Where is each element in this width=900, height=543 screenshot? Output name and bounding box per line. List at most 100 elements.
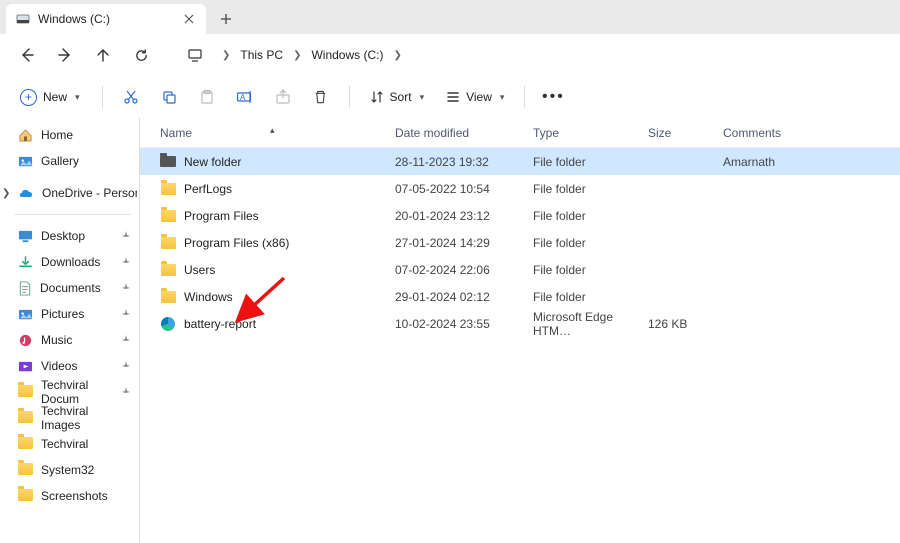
sort-icon — [370, 90, 384, 104]
documents-icon — [18, 281, 32, 296]
file-list: Name▴ Date modified Type Size Comments N… — [140, 118, 900, 543]
sidebar-item[interactable]: Documents — [8, 275, 137, 301]
sidebar-item[interactable]: Techviral — [8, 431, 137, 457]
back-button[interactable] — [10, 38, 44, 72]
pin-icon — [121, 283, 131, 293]
sidebar-item[interactable]: Techviral Images — [8, 405, 137, 431]
breadcrumb-item[interactable]: Windows (C:) — [311, 48, 383, 62]
chevron-right-icon: ❯ — [293, 50, 301, 61]
file-row[interactable]: Program Files (x86)27-01-2024 14:29File … — [140, 229, 900, 256]
new-button[interactable]: + New ▾ — [10, 82, 90, 112]
sidebar-item[interactable]: Downloads — [8, 249, 137, 275]
folder-icon — [160, 237, 176, 249]
plus-icon: + — [20, 89, 37, 106]
folder-icon — [160, 291, 176, 303]
sort-label: Sort — [390, 90, 412, 104]
sort-button[interactable]: Sort ▾ — [362, 82, 433, 112]
folder-icon — [160, 183, 176, 195]
folder-icon — [18, 463, 33, 478]
breadcrumb: ❯ This PC ❯ Windows (C:) ❯ — [222, 48, 402, 62]
sidebar-label: Screenshots — [41, 489, 108, 503]
pin-icon — [121, 387, 131, 397]
sidebar-label: Desktop — [41, 229, 85, 243]
folder-icon — [160, 264, 176, 276]
folder-icon — [160, 210, 176, 222]
edge-icon — [160, 317, 176, 331]
file-date: 28-11-2023 19:32 — [395, 155, 533, 169]
view-button[interactable]: View ▾ — [438, 82, 512, 112]
sidebar-label: Techviral Images — [41, 404, 123, 432]
forward-button[interactable] — [48, 38, 82, 72]
sidebar-item[interactable]: Videos — [8, 353, 137, 379]
sidebar-item-home[interactable]: Home — [8, 122, 137, 148]
navigation-bar: ❯ This PC ❯ Windows (C:) ❯ — [0, 34, 900, 76]
paste-button[interactable] — [191, 82, 223, 112]
file-name: PerfLogs — [184, 182, 232, 196]
chevron-right-icon: ❯ — [393, 50, 401, 61]
file-row[interactable]: New folder28-11-2023 19:32File folderAma… — [140, 148, 900, 175]
column-header-comments[interactable]: Comments — [723, 126, 900, 140]
sidebar-label: Techviral — [41, 437, 88, 451]
sidebar: Home Gallery ❯ OneDrive - Persona Deskto… — [0, 118, 140, 543]
more-button[interactable]: ••• — [537, 82, 569, 112]
file-type: File folder — [533, 263, 648, 277]
column-header-name[interactable]: Name▴ — [140, 126, 395, 140]
refresh-button[interactable] — [124, 38, 158, 72]
view-label: View — [466, 90, 492, 104]
share-button[interactable] — [267, 82, 299, 112]
sidebar-item[interactable]: Desktop — [8, 223, 137, 249]
file-row[interactable]: Program Files20-01-2024 23:12File folder — [140, 202, 900, 229]
sidebar-item[interactable]: Techviral Docum — [8, 379, 137, 405]
file-size: 126 KB — [648, 317, 723, 331]
newfolder-icon — [160, 156, 176, 167]
file-name: Program Files — [184, 209, 259, 223]
pin-icon — [121, 231, 131, 241]
file-date: 29-01-2024 02:12 — [395, 290, 533, 304]
list-header: Name▴ Date modified Type Size Comments — [140, 118, 900, 148]
cut-button[interactable] — [115, 82, 147, 112]
folder-icon — [18, 411, 33, 426]
sidebar-item-gallery[interactable]: Gallery — [8, 148, 137, 174]
file-date: 27-01-2024 14:29 — [395, 236, 533, 250]
file-row[interactable]: PerfLogs07-05-2022 10:54File folder — [140, 175, 900, 202]
sort-asc-icon: ▴ — [270, 125, 275, 136]
pc-icon[interactable] — [178, 38, 212, 72]
file-type: File folder — [533, 236, 648, 250]
sidebar-item[interactable]: Music — [8, 327, 137, 353]
separator — [102, 86, 103, 108]
file-date: 07-05-2022 10:54 — [395, 182, 533, 196]
tab-title: Windows (C:) — [38, 12, 172, 26]
copy-button[interactable] — [153, 82, 185, 112]
new-button-label: New — [43, 90, 67, 104]
file-type: File folder — [533, 290, 648, 304]
sidebar-item[interactable]: System32 — [8, 457, 137, 483]
active-tab[interactable]: Windows (C:) — [6, 4, 206, 34]
new-tab-button[interactable] — [212, 5, 240, 33]
sidebar-label: Documents — [40, 281, 101, 295]
desktop-icon — [18, 229, 33, 244]
up-button[interactable] — [86, 38, 120, 72]
file-row[interactable]: Users07-02-2024 22:06File folder — [140, 256, 900, 283]
command-bar: + New ▾ A Sort ▾ View ▾ ••• — [0, 76, 900, 118]
home-icon — [18, 128, 33, 143]
rename-button[interactable]: A — [229, 82, 261, 112]
sidebar-label: Music — [41, 333, 72, 347]
chevron-down-icon: ▾ — [500, 92, 505, 103]
sidebar-item[interactable]: Screenshots — [8, 483, 137, 509]
gallery-icon — [18, 154, 33, 169]
breadcrumb-item[interactable]: This PC — [240, 48, 283, 62]
file-name: Windows — [184, 290, 233, 304]
chevron-right-icon[interactable]: ❯ — [2, 188, 10, 199]
folder-icon — [18, 437, 33, 452]
pin-icon — [121, 257, 131, 267]
delete-button[interactable] — [305, 82, 337, 112]
column-header-date[interactable]: Date modified — [395, 126, 533, 140]
file-row[interactable]: Windows 29-01-2024 02:12File folder — [140, 283, 900, 310]
sidebar-item-onedrive[interactable]: ❯ OneDrive - Persona — [8, 180, 137, 206]
close-tab-button[interactable] — [180, 10, 198, 28]
sidebar-item[interactable]: Pictures — [8, 301, 137, 327]
file-row[interactable]: battery-report10-02-2024 23:55Microsoft … — [140, 310, 900, 337]
column-header-type[interactable]: Type — [533, 126, 648, 140]
column-header-size[interactable]: Size — [648, 126, 723, 140]
chevron-down-icon: ▾ — [420, 92, 425, 103]
